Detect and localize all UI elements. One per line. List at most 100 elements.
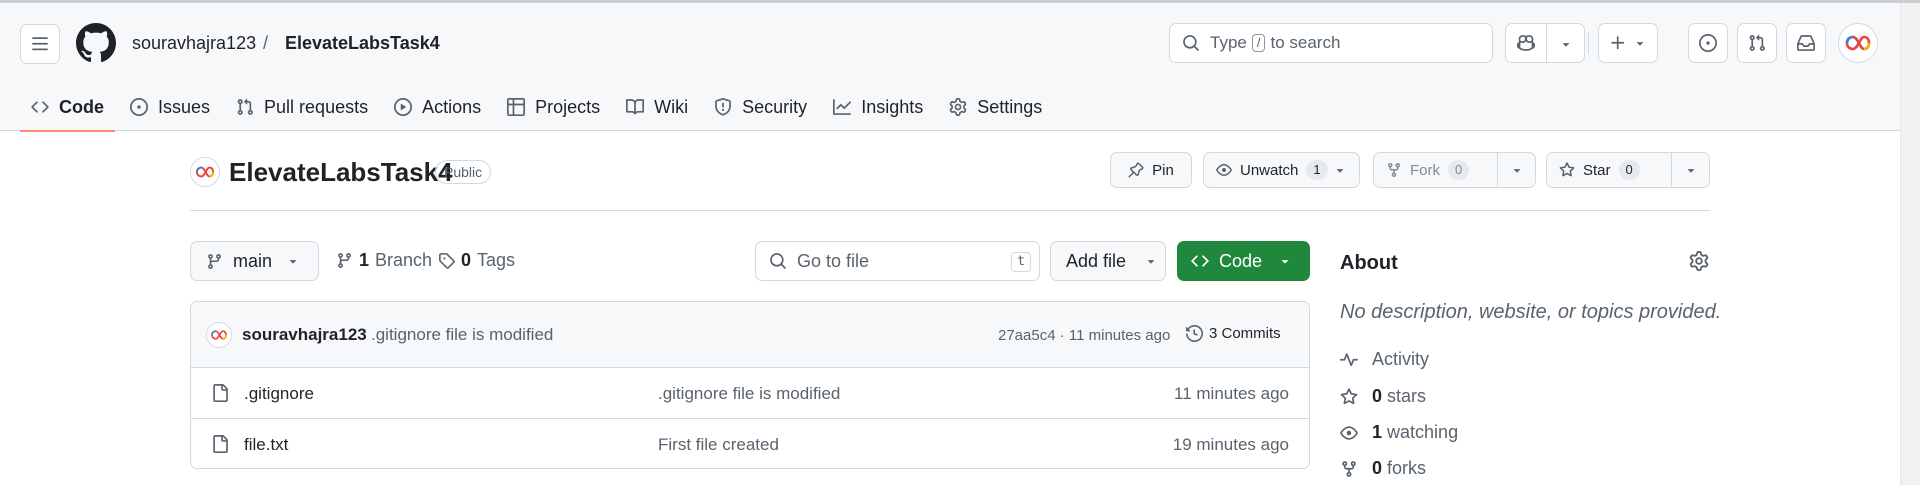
watch-button[interactable]: Unwatch 1 — [1203, 152, 1360, 188]
menu-button[interactable] — [20, 24, 60, 64]
breadcrumb-repo[interactable]: ElevateLabsTask4 — [285, 32, 440, 54]
search-suffix: to search — [1270, 33, 1341, 52]
code-button[interactable]: Code — [1177, 241, 1310, 281]
star-icon — [1559, 162, 1575, 177]
issue-opened-icon — [130, 98, 148, 116]
your-issues-button[interactable] — [1688, 23, 1728, 63]
fork-label: Fork — [1410, 161, 1440, 179]
fork-count: 0 — [1448, 160, 1470, 180]
fork-dropdown[interactable] — [1497, 153, 1535, 187]
chevron-down-icon — [289, 260, 297, 264]
git-branch-icon — [208, 253, 221, 269]
tab-issues-label: Issues — [158, 96, 211, 117]
breadcrumb-owner[interactable]: souravhajra123 — [132, 32, 256, 54]
branch-count-label: Branch — [375, 250, 433, 270]
tab-settings-label: Settings — [977, 96, 1043, 117]
tab-issues[interactable]: Issues — [119, 87, 221, 127]
chevron-down-icon — [1147, 260, 1155, 264]
visibility-badge: Public — [435, 160, 492, 184]
star-dropdown[interactable] — [1671, 153, 1709, 187]
search-input[interactable]: Type / to search — [1169, 23, 1493, 63]
activity-link[interactable]: Activity — [1340, 349, 1429, 370]
file-name[interactable]: .gitignore — [244, 384, 314, 404]
tab-insights[interactable]: Insights — [822, 87, 934, 127]
file-commit-message[interactable]: .gitignore file is modified — [658, 384, 840, 404]
your-pull-requests-button[interactable] — [1737, 23, 1777, 63]
global-header: souravhajra123 / ElevateLabsTask4 Type /… — [0, 3, 1900, 132]
forks-label: forks — [1387, 458, 1427, 478]
inbox-icon — [1797, 35, 1815, 51]
repo-header-divider — [190, 210, 1710, 211]
commits-history-link[interactable]: 3 Commits — [1186, 325, 1281, 342]
search-shortcut-key: / — [1251, 34, 1266, 52]
tab-wiki[interactable]: Wiki — [615, 87, 699, 127]
go-to-file-shortcut: t — [1011, 252, 1031, 272]
commit-author[interactable]: souravhajra123 — [242, 325, 367, 345]
file-name[interactable]: file.txt — [244, 435, 288, 455]
repo-nav-tabs: Code Issues Pull requests Actions Projec… — [20, 87, 1057, 132]
chevron-down-icon — [1562, 43, 1570, 47]
tab-actions-label: Actions — [422, 96, 482, 117]
search-icon — [1183, 35, 1199, 51]
eye-icon — [1216, 164, 1232, 176]
forks-link[interactable]: 0 forks — [1340, 458, 1426, 479]
about-heading: About — [1340, 252, 1398, 274]
watching-label: watching — [1387, 422, 1459, 442]
tab-projects[interactable]: Projects — [496, 87, 611, 127]
create-new-button[interactable] — [1598, 23, 1658, 63]
search-icon — [770, 253, 786, 269]
copilot-icon — [1517, 35, 1535, 51]
pin-label: Pin — [1152, 161, 1174, 179]
stars-link[interactable]: 0 stars — [1340, 386, 1426, 407]
stars-count: 0 — [1372, 386, 1383, 406]
tab-pull-requests[interactable]: Pull requests — [225, 87, 379, 127]
copilot-button[interactable] — [1505, 23, 1585, 63]
chevron-down-icon — [1687, 169, 1694, 173]
pin-button[interactable]: Pin — [1110, 152, 1192, 188]
pulse-icon — [1340, 352, 1358, 366]
watchers-link[interactable]: 1 watching — [1340, 422, 1458, 443]
page-scrollbar[interactable] — [1900, 3, 1920, 485]
branch-selector[interactable]: main — [190, 241, 319, 281]
commit-message[interactable]: .gitignore file is modified — [371, 325, 553, 345]
commit-hash-time[interactable]: 27aa5c4 · 11 minutes ago — [998, 327, 1170, 344]
tab-security[interactable]: Security — [703, 87, 818, 127]
about-settings-button[interactable] — [1689, 251, 1709, 271]
fork-button[interactable]: Fork 0 — [1373, 152, 1536, 188]
notifications-button[interactable] — [1786, 23, 1826, 63]
tab-actions[interactable]: Actions — [383, 87, 492, 127]
table-row: file.txt First file created 19 minutes a… — [191, 419, 1309, 468]
header-divider — [1588, 32, 1589, 54]
repo-forked-icon — [1342, 460, 1356, 477]
tags-link[interactable]: 0 Tags — [438, 250, 515, 271]
git-pull-request-icon — [1749, 34, 1765, 51]
git-branch-icon — [338, 253, 351, 268]
github-logo-icon[interactable] — [76, 23, 116, 63]
star-icon — [1340, 387, 1358, 404]
file-icon — [213, 384, 228, 402]
book-icon — [626, 99, 645, 115]
hamburger-icon — [32, 37, 48, 51]
tab-insights-label: Insights — [861, 96, 924, 117]
branches-link[interactable]: 1 Branch — [336, 250, 432, 271]
file-commit-message[interactable]: First file created — [658, 435, 779, 455]
about-description: No description, website, or topics provi… — [1340, 301, 1722, 323]
commit-author-avatar[interactable] — [206, 322, 232, 348]
go-to-file-placeholder: Go to file — [797, 250, 870, 271]
repo-owner-avatar[interactable] — [190, 157, 220, 187]
play-icon — [394, 98, 413, 116]
go-to-file-input[interactable]: Go to file t — [755, 241, 1040, 281]
forks-count: 0 — [1372, 458, 1383, 478]
tab-settings[interactable]: Settings — [938, 87, 1053, 127]
add-file-label: Add file — [1066, 250, 1127, 271]
gear-icon — [1689, 251, 1709, 271]
page-title[interactable]: ElevateLabsTask4 — [229, 157, 453, 188]
star-button[interactable]: Star 0 — [1546, 152, 1710, 188]
add-file-button[interactable]: Add file — [1050, 241, 1166, 281]
tab-security-label: Security — [742, 96, 808, 117]
chevron-down-icon — [1636, 42, 1644, 46]
watch-dropdown[interactable] — [1321, 153, 1359, 187]
user-avatar[interactable] — [1838, 23, 1878, 63]
tab-code[interactable]: Code — [20, 87, 115, 132]
table-row: .gitignore .gitignore file is modified 1… — [191, 368, 1309, 419]
